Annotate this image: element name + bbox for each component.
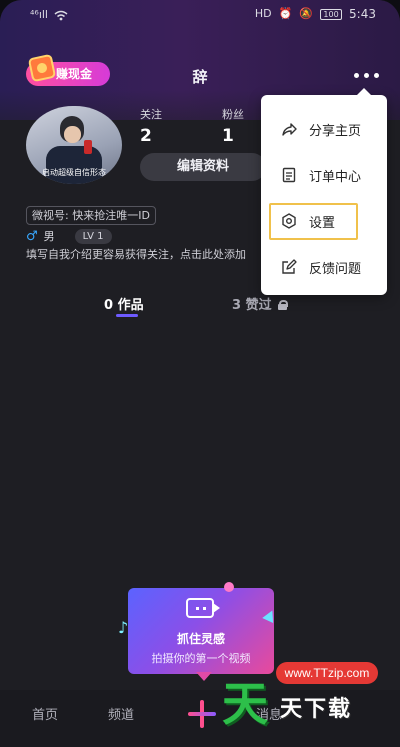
- tab-active-indicator: [116, 314, 138, 317]
- tab-works-label: 0 作品: [104, 298, 144, 313]
- status-right: HD ⏰ 🔕 100 5:43: [255, 7, 376, 21]
- bio-text[interactable]: 填写自我介绍更容易获得关注，点击此处添加: [26, 246, 246, 262]
- create-promo-card[interactable]: ♪ 抓住灵感 拍摄你的第一个视频: [118, 582, 278, 674]
- status-left: ⁴⁶ıll: [30, 8, 68, 22]
- gender-row: ♂ 男 LV 1: [26, 228, 112, 244]
- order-icon: [282, 167, 296, 183]
- gender-label: 男: [43, 230, 55, 243]
- create-plus-button[interactable]: [188, 700, 216, 728]
- feedback-icon: [282, 259, 297, 274]
- more-dropdown-menu: 分享主页 订单中心 设置 反馈问题: [261, 88, 387, 295]
- male-icon: ♂: [26, 228, 38, 244]
- phone-screen: ⁴⁶ıll HD ⏰ 🔕 100 5:43 赚现金 辞 启动超级自信形态 关注 …: [0, 0, 400, 747]
- battery-icon: 100: [320, 8, 343, 20]
- avatar-microphone: [84, 140, 92, 154]
- camera-icon: [186, 598, 220, 618]
- signal-icon: ⁴⁶ıll: [30, 8, 48, 21]
- stat-value: 1: [222, 126, 234, 146]
- promo-pointer: [196, 672, 212, 681]
- menu-item-feedback[interactable]: 反馈问题: [261, 247, 387, 287]
- tab-works[interactable]: 0 作品: [104, 294, 144, 313]
- lock-icon: [277, 300, 288, 310]
- promo-title: 抓住灵感: [176, 632, 225, 646]
- avatar[interactable]: 启动超级自信形态: [26, 106, 122, 184]
- stat-following[interactable]: 关注 2: [140, 106, 162, 146]
- menu-item-orders[interactable]: 订单中心: [261, 155, 387, 195]
- promo-subtitle: 拍摄你的第一个视频: [151, 652, 251, 665]
- wifi-icon: [54, 10, 68, 20]
- more-dot-icon: [363, 72, 369, 78]
- level-badge: LV 1: [74, 228, 112, 244]
- stat-followers[interactable]: 粉丝 1: [222, 106, 244, 146]
- stat-label: 关注: [140, 108, 162, 121]
- wechat-id-badge[interactable]: 微视号: 快来抢注唯一ID: [26, 206, 156, 225]
- avatar-caption: 启动超级自信形态: [42, 168, 106, 177]
- tab-liked[interactable]: 3 赞过: [232, 294, 288, 313]
- ball-decoration: [224, 582, 234, 592]
- more-menu-button[interactable]: [348, 66, 384, 84]
- edit-profile-button[interactable]: 编辑资料: [140, 153, 266, 181]
- page-title: 辞: [192, 68, 208, 86]
- status-bar: ⁴⁶ıll HD ⏰ 🔕 100 5:43: [0, 0, 400, 30]
- settings-highlight: [269, 203, 358, 240]
- triangle-decoration: [262, 607, 278, 624]
- tab-liked-label: 3 赞过: [232, 298, 272, 313]
- hd-icon: HD: [254, 7, 272, 20]
- avatar-face: [64, 126, 81, 143]
- watermark-url: www.TTzip.com: [276, 662, 378, 684]
- stat-value: 2: [140, 126, 152, 146]
- menu-item-share[interactable]: 分享主页: [261, 109, 387, 149]
- nav-channel[interactable]: 频道: [108, 704, 134, 723]
- menu-item-label: 反馈问题: [309, 261, 362, 277]
- more-dot-icon: [373, 72, 379, 78]
- watermark-text: 天下载: [280, 697, 353, 722]
- menu-item-label: 订单中心: [309, 169, 362, 185]
- menu-item-label: 分享主页: [309, 123, 362, 139]
- music-note-icon: ♪: [118, 618, 129, 637]
- nav-home[interactable]: 首页: [32, 704, 58, 723]
- watermark-logo: 天: [222, 677, 268, 731]
- avatar-body: [46, 146, 102, 184]
- share-icon: [282, 123, 297, 136]
- stat-label: 粉丝: [222, 108, 244, 121]
- alarm-icon: ⏰: [278, 7, 293, 20]
- mute-icon: 🔕: [299, 7, 314, 20]
- status-time: 5:43: [349, 7, 376, 21]
- more-dot-icon: [353, 72, 359, 78]
